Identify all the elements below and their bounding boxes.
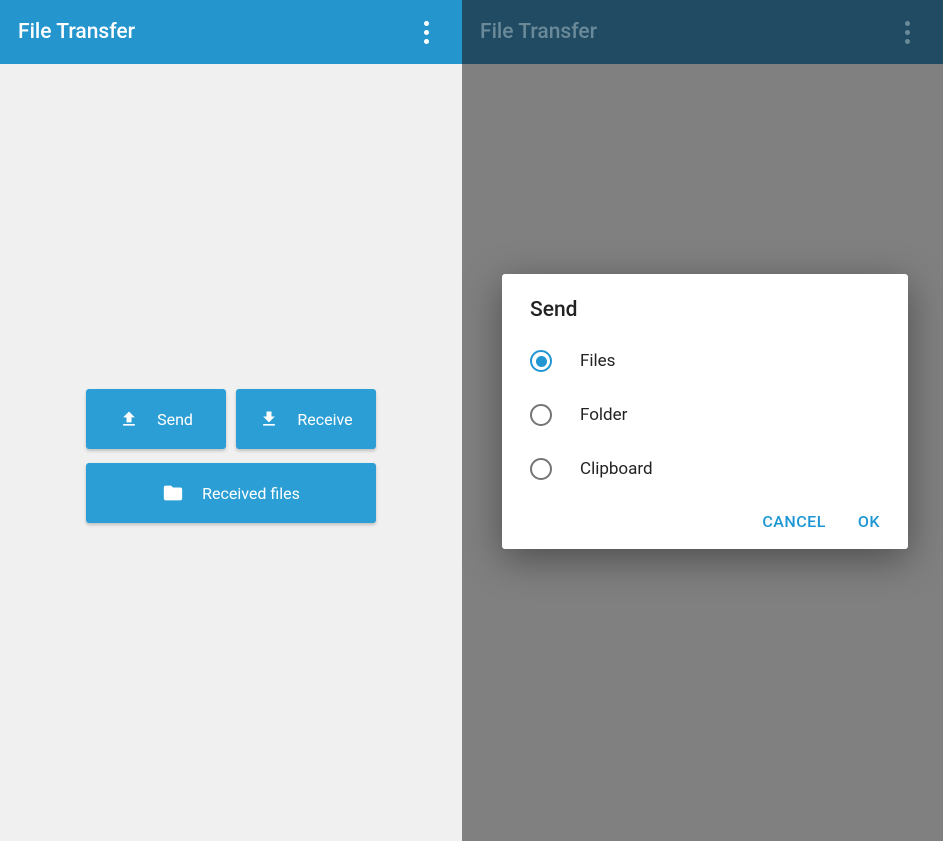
more-options-button-disabled [883,8,931,56]
appbar: File Transfer [0,0,462,64]
radio-option-clipboard[interactable]: Clipboard [502,442,908,496]
send-button-label: Send [157,410,193,429]
radio-icon [530,404,552,426]
download-icon [259,409,279,429]
radio-label: Clipboard [580,459,653,479]
more-options-button[interactable] [402,8,450,56]
app-title: File Transfer [480,20,597,44]
screen-dialog: File Transfer Send Files Folder Clipboar… [462,0,943,841]
radio-icon-selected [530,350,552,372]
more-options-icon [424,21,429,44]
main-content: Send Receive Received files [0,64,462,841]
receive-button[interactable]: Receive [236,389,376,449]
received-files-button[interactable]: Received files [86,463,376,523]
action-button-group: Send Receive Received files [86,389,376,523]
appbar-dimmed: File Transfer [462,0,943,64]
receive-button-label: Receive [297,410,352,429]
radio-label: Files [580,351,615,371]
folder-icon [162,482,184,504]
dialog-title: Send [502,298,908,334]
radio-option-files[interactable]: Files [502,334,908,388]
send-dialog: Send Files Folder Clipboard CANCEL OK [502,274,908,549]
radio-icon [530,458,552,480]
ok-button[interactable]: OK [858,512,880,531]
send-button[interactable]: Send [86,389,226,449]
upload-icon [119,409,139,429]
screen-main: File Transfer Send Receive [0,0,462,841]
dialog-actions: CANCEL OK [502,496,908,539]
cancel-button[interactable]: CANCEL [762,512,826,531]
radio-label: Folder [580,405,627,425]
more-options-icon [905,21,910,44]
radio-option-folder[interactable]: Folder [502,388,908,442]
received-files-button-label: Received files [202,484,300,503]
app-title: File Transfer [18,20,135,44]
